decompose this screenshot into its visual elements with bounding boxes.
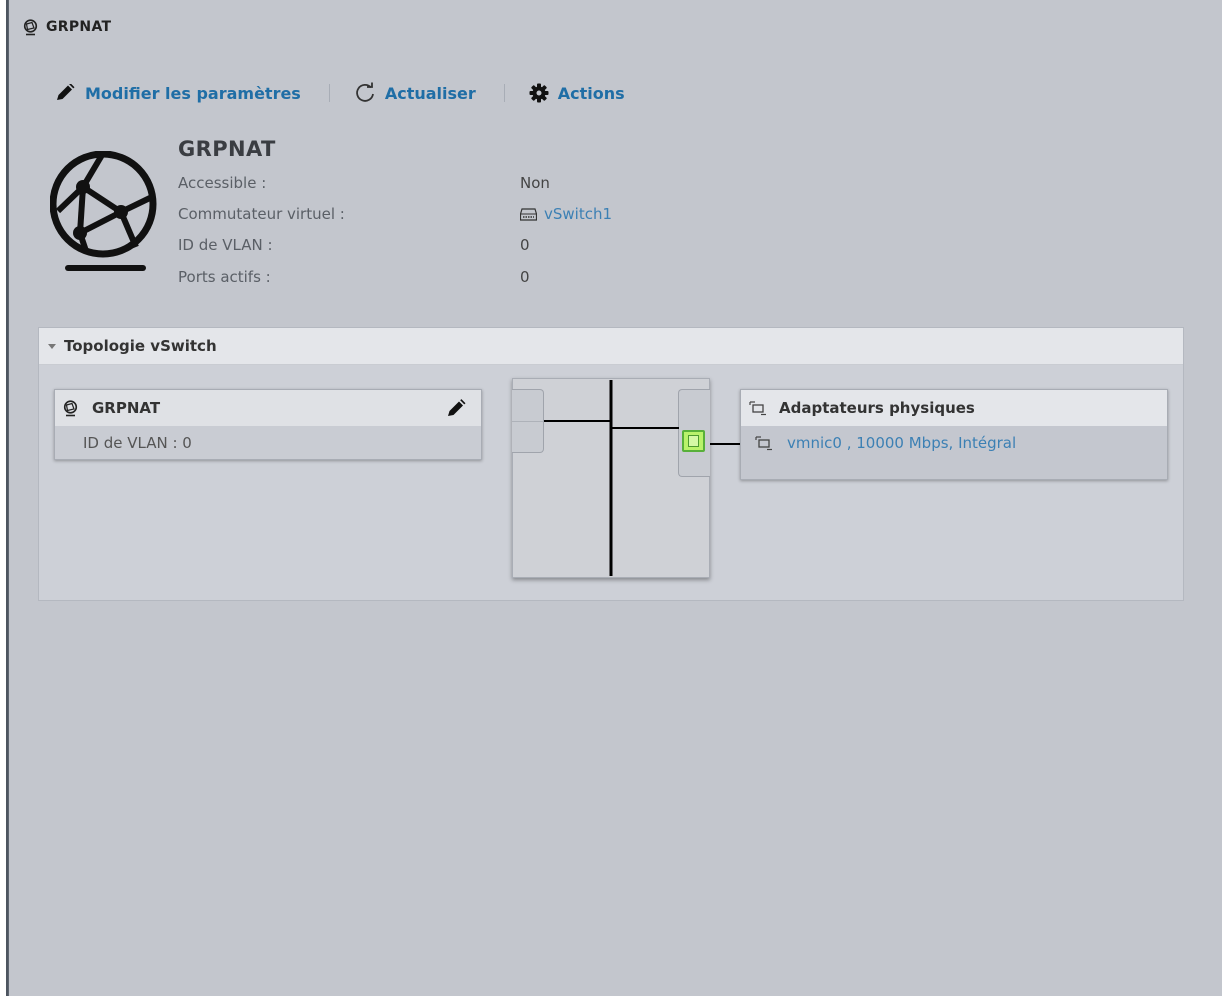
window-title: GRPNAT bbox=[46, 19, 112, 35]
actions-label: Actions bbox=[557, 83, 625, 103]
adapter-row[interactable]: vmnic0 , 10000 Mbps, Intégral bbox=[741, 426, 1167, 452]
refresh-label: Actualiser bbox=[384, 83, 476, 103]
vlan-value: 0 bbox=[520, 236, 530, 254]
portgroup-card-header: GRPNAT bbox=[55, 390, 481, 426]
vswitch-label: Commutateur virtuel : bbox=[178, 205, 345, 223]
uplink-port-active-icon bbox=[682, 430, 705, 452]
edit-settings-button[interactable]: Modifier les paramètres bbox=[54, 84, 301, 103]
left-edge-bar bbox=[0, 0, 9, 996]
active-ports-label: Ports actifs : bbox=[178, 268, 271, 286]
portgroup-card: GRPNAT ID de VLAN : 0 bbox=[54, 389, 482, 460]
switch-icon bbox=[520, 207, 537, 221]
refresh-icon bbox=[356, 82, 374, 102]
active-ports-value-text: 0 bbox=[520, 268, 530, 286]
vswitch-link[interactable]: vSwitch1 bbox=[520, 205, 612, 223]
toolbar-separator bbox=[503, 84, 505, 102]
physical-nic-icon bbox=[749, 401, 766, 416]
edit-settings-label: Modifier les paramètres bbox=[85, 83, 301, 103]
physical-adapters-card: Adaptateurs physiques vmnic0 , 10000 Mbp… bbox=[740, 389, 1168, 480]
topology-panel-title: Topologie vSwitch bbox=[64, 337, 217, 355]
physical-nic-icon bbox=[755, 436, 772, 451]
portgroup-connector bbox=[512, 389, 544, 453]
pencil-icon bbox=[57, 84, 75, 100]
portgroup-name: GRPNAT bbox=[178, 137, 276, 161]
vswitch-diagram bbox=[512, 378, 710, 578]
toolbar-separator bbox=[328, 84, 330, 102]
actions-button[interactable]: Actions bbox=[529, 83, 625, 103]
refresh-button[interactable]: Actualiser bbox=[354, 82, 476, 104]
vlan-label: ID de VLAN : bbox=[178, 236, 273, 254]
accessible-label: Accessible : bbox=[178, 174, 267, 192]
window-title-bar: GRPNAT bbox=[23, 16, 111, 38]
toolbar: Modifier les paramètres Actualiser Actio… bbox=[54, 80, 625, 106]
accessible-value-text: Non bbox=[520, 174, 550, 192]
vlan-value-text: 0 bbox=[520, 236, 530, 254]
accessible-value: Non bbox=[520, 174, 550, 192]
gear-icon bbox=[529, 83, 549, 103]
portgroup-card-name: GRPNAT bbox=[92, 399, 161, 417]
adapter-row-text: vmnic0 , 10000 Mbps, Intégral bbox=[787, 434, 1017, 452]
physical-adapters-header: Adaptateurs physiques bbox=[741, 390, 1167, 426]
topology-panel-header[interactable]: Topologie vSwitch bbox=[39, 328, 1183, 365]
network-globe-icon bbox=[23, 18, 38, 35]
collapse-caret-icon bbox=[48, 343, 56, 349]
portgroup-vlan-text: ID de VLAN : 0 bbox=[83, 434, 192, 452]
uplink-connector bbox=[678, 389, 710, 477]
physical-adapters-title: Adaptateurs physiques bbox=[779, 399, 975, 417]
active-ports-value: 0 bbox=[520, 268, 530, 286]
network-globe-icon bbox=[50, 151, 157, 271]
vswitch-link-text: vSwitch1 bbox=[544, 205, 613, 223]
network-globe-icon bbox=[63, 399, 78, 416]
edit-portgroup-pencil-icon[interactable] bbox=[447, 399, 467, 417]
